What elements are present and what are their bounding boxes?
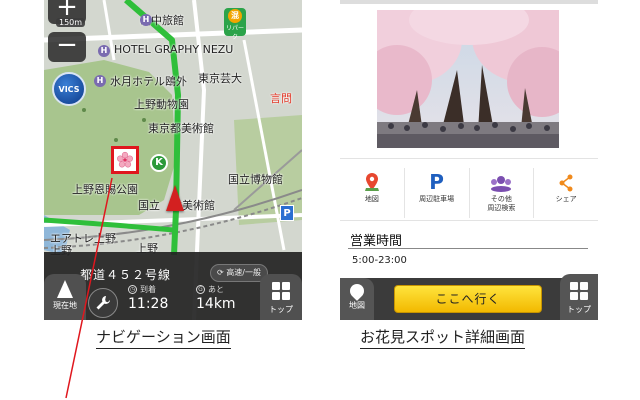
annotation-pointer [65,177,113,399]
